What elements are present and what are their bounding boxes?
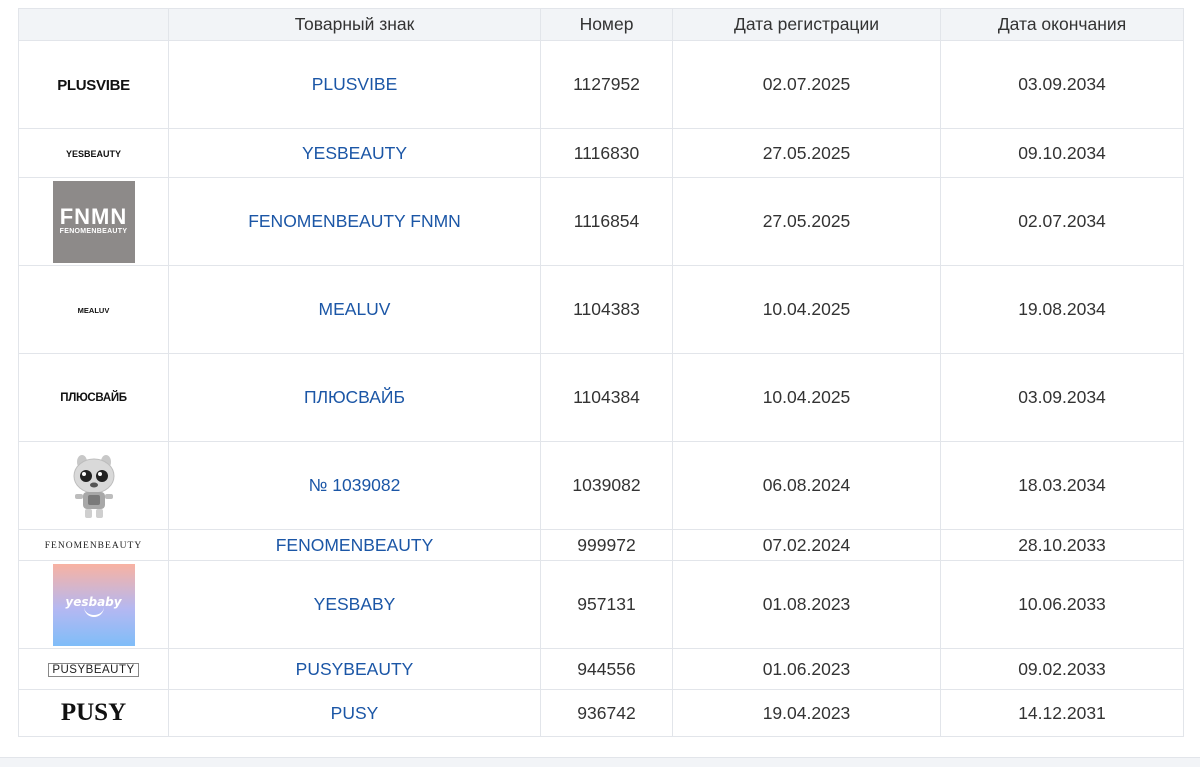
- header-number: Номер: [540, 8, 673, 41]
- registration-date-cell: 27.05.2025: [672, 128, 941, 178]
- table-row: yesbaby YESBABY 957131 01.08.2023 10.06.…: [18, 560, 1184, 649]
- expiration-date-cell: 03.09.2034: [940, 353, 1184, 442]
- trademark-logo-fenomenbeauty: FENOMENBEAUTY: [44, 540, 143, 551]
- expiration-date-cell: 09.02.2033: [940, 648, 1184, 690]
- number-cell: 944556: [540, 648, 673, 690]
- trademark-link[interactable]: PUSYBEAUTY: [296, 659, 414, 679]
- expiration-date-cell: 19.08.2034: [940, 265, 1184, 354]
- number-cell: 936742: [540, 689, 673, 737]
- logo-cell: PUSY: [18, 689, 169, 737]
- logo-cell: ПЛЮСВАЙБ: [18, 353, 169, 442]
- trademark-link[interactable]: MEALUV: [319, 299, 391, 319]
- trademarks-table: Товарный знак Номер Дата регистрации Дат…: [18, 8, 1184, 737]
- number-cell: 1116854: [540, 177, 673, 266]
- number-cell: 1127952: [540, 40, 673, 129]
- trademark-link[interactable]: YESBABY: [314, 594, 396, 614]
- trademark-logo-yesbaby: yesbaby: [52, 563, 135, 646]
- expiration-date-cell: 03.09.2034: [940, 40, 1184, 129]
- logo-cell: FNMN FENOMENBEAUTY: [18, 177, 169, 266]
- trademark-logo-yesbeauty: YESBEAUTY: [65, 148, 121, 159]
- trademark-logo-plusvibe-cyrillic: ПЛЮСВАЙБ: [60, 392, 127, 405]
- expiration-date-cell: 02.07.2034: [940, 177, 1184, 266]
- trademark-logo-mealuv: MEALUV: [77, 305, 110, 315]
- trademark-logo-fnmn: FNMN FENOMENBEAUTY: [52, 180, 135, 263]
- expiration-date-cell: 18.03.2034: [940, 441, 1184, 530]
- expiration-date-cell: 14.12.2031: [940, 689, 1184, 737]
- registration-date-cell: 19.04.2023: [672, 689, 941, 737]
- registration-date-cell: 27.05.2025: [672, 177, 941, 266]
- trademark-link[interactable]: FENOMENBEAUTY: [276, 535, 434, 555]
- header-logo: [18, 8, 169, 41]
- table-row: MEALUV MEALUV 1104383 10.04.2025 19.08.2…: [18, 265, 1184, 354]
- trademark-link[interactable]: FENOMENBEAUTY FNMN: [248, 211, 461, 231]
- header-expiration-date: Дата окончания: [940, 8, 1184, 41]
- table-row: FENOMENBEAUTY FENOMENBEAUTY 999972 07.02…: [18, 529, 1184, 561]
- table-row: ПЛЮСВАЙБ ПЛЮСВАЙБ 1104384 10.04.2025 03.…: [18, 353, 1184, 442]
- expiration-date-cell: 28.10.2033: [940, 529, 1184, 561]
- trademark-link[interactable]: PUSY: [331, 703, 379, 723]
- header-trademark: Товарный знак: [168, 8, 541, 41]
- expiration-date-cell: 09.10.2034: [940, 128, 1184, 178]
- number-cell: 1116830: [540, 128, 673, 178]
- number-cell: 1039082: [540, 441, 673, 530]
- trademark-link[interactable]: PLUSVIBE: [312, 74, 398, 94]
- logo-cell: FENOMENBEAUTY: [18, 529, 169, 561]
- number-cell: 1104384: [540, 353, 673, 442]
- table-row: FNMN FENOMENBEAUTY FENOMENBEAUTY FNMN 11…: [18, 177, 1184, 266]
- number-cell: 999972: [540, 529, 673, 561]
- expiration-date-cell: 10.06.2033: [940, 560, 1184, 649]
- trademark-logo-pusybeauty: PUSYBEAUTY: [48, 662, 139, 677]
- logo-cell: [18, 441, 169, 530]
- table-header-row: Товарный знак Номер Дата регистрации Дат…: [18, 8, 1184, 41]
- logo-cell: PUSYBEAUTY: [18, 648, 169, 690]
- trademark-link[interactable]: YESBEAUTY: [302, 143, 407, 163]
- registration-date-cell: 10.04.2025: [672, 265, 941, 354]
- logo-cell: YESBEAUTY: [18, 128, 169, 178]
- registration-date-cell: 01.06.2023: [672, 648, 941, 690]
- logo-cell: MEALUV: [18, 265, 169, 354]
- trademark-link[interactable]: № 1039082: [309, 475, 401, 495]
- registration-date-cell: 07.02.2024: [672, 529, 941, 561]
- header-registration-date: Дата регистрации: [672, 8, 941, 41]
- trademark-logo-pusy: PUSY: [60, 699, 127, 726]
- trademark-logo-plusvibe: PLUSVIBE: [57, 76, 130, 94]
- logo-cell: yesbaby: [18, 560, 169, 649]
- table-row: PUSYBEAUTY PUSYBEAUTY 944556 01.06.2023 …: [18, 648, 1184, 690]
- trademark-link[interactable]: ПЛЮСВАЙБ: [304, 387, 405, 407]
- table-row: YESBEAUTY YESBEAUTY 1116830 27.05.2025 0…: [18, 128, 1184, 178]
- smile-icon: [83, 607, 104, 617]
- registration-date-cell: 10.04.2025: [672, 353, 941, 442]
- registration-date-cell: 01.08.2023: [672, 560, 941, 649]
- registration-date-cell: 02.07.2025: [672, 40, 941, 129]
- registration-date-cell: 06.08.2024: [672, 441, 941, 530]
- logo-cell: PLUSVIBE: [18, 40, 169, 129]
- table-row: PLUSVIBE PLUSVIBE 1127952 02.07.2025 03.…: [18, 40, 1184, 129]
- number-cell: 957131: [540, 560, 673, 649]
- cartoon-character-logo-icon: [73, 454, 114, 518]
- number-cell: 1104383: [540, 265, 673, 354]
- table-row: PUSY PUSY 936742 19.04.2023 14.12.2031: [18, 689, 1184, 737]
- table-row: № 1039082 1039082 06.08.2024 18.03.2034: [18, 441, 1184, 530]
